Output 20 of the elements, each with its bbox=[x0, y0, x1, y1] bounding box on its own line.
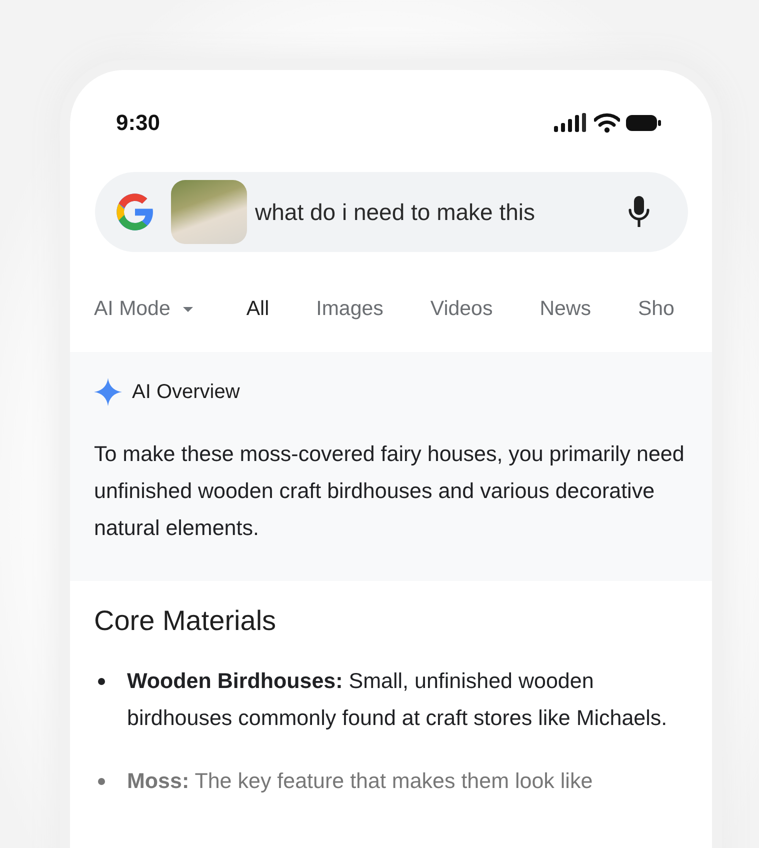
sparkle-icon bbox=[94, 378, 122, 406]
search-tab[interactable]: Videos bbox=[430, 297, 493, 321]
search-tab[interactable]: All bbox=[246, 297, 270, 321]
search-tab[interactable]: Sho bbox=[638, 297, 674, 321]
search-tab[interactable]: Images bbox=[316, 297, 384, 321]
signal-icon bbox=[554, 113, 588, 133]
search-field[interactable]: what do i need to make this bbox=[95, 172, 688, 252]
bullet-text: Moss: The key feature that makes them look like bbox=[127, 768, 593, 795]
wifi-icon bbox=[594, 113, 620, 133]
overview-title: AI Overview bbox=[132, 380, 240, 404]
microphone-icon[interactable] bbox=[628, 195, 650, 229]
search-query: what do i need to make this bbox=[255, 198, 536, 226]
bullet-text: Wooden Birdhouses: Small, unfinished wooden birdhouses commonly found at craft stores like Michaels. bbox=[127, 668, 668, 732]
search-tab[interactable]: News bbox=[540, 297, 591, 321]
mode-dropdown[interactable]: AI Mode bbox=[94, 297, 194, 321]
battery-icon bbox=[626, 113, 662, 133]
section-heading: Core Materials bbox=[94, 605, 278, 637]
overview-summary: To make these moss-covered fairy houses, you primarily need unfinished wooden craft birdhouses and various decorative natural elements. bbox=[94, 441, 686, 542]
status-time: 9:30 bbox=[116, 110, 160, 136]
caret-icon bbox=[182, 306, 194, 312]
